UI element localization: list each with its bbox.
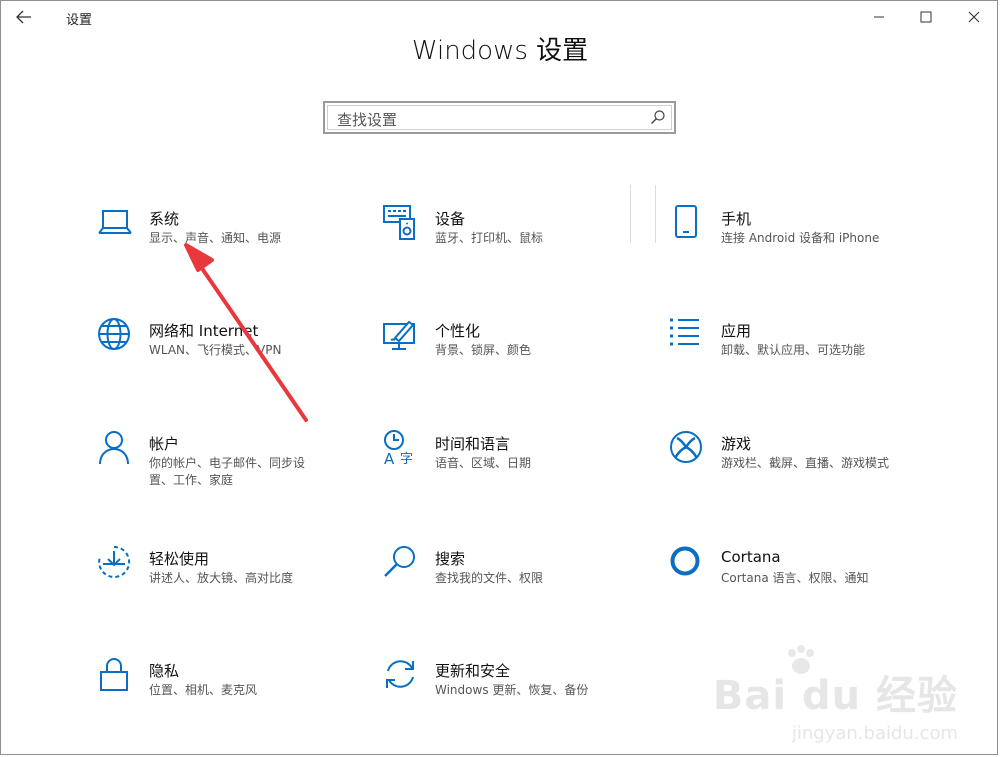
minimize-icon <box>874 16 884 18</box>
tile-update-security[interactable]: 更新和安全 Windows 更新、恢复、备份 <box>383 657 633 729</box>
tile-gaming[interactable]: 游戏 游戏栏、截屏、直播、游戏模式 <box>669 430 919 502</box>
maximize-button[interactable] <box>903 3 949 31</box>
tile-title: 应用 <box>721 322 752 340</box>
tile-title: 更新和安全 <box>435 662 511 680</box>
tile-title: 手机 <box>721 210 752 228</box>
search-box[interactable]: 查找设置 <box>323 101 676 134</box>
tile-time-language[interactable]: A 字 时间和语言 语音、区域、日期 <box>383 430 633 502</box>
close-button[interactable] <box>951 3 997 31</box>
tile-description: 显示、声音、通知、电源 <box>149 231 282 245</box>
search-input[interactable]: 查找设置 <box>337 109 397 130</box>
magnifier-icon <box>384 546 415 577</box>
tile-description: 讲述人、放大镜、高对比度 <box>149 571 294 585</box>
person-icon <box>99 431 129 465</box>
tile-description: 你的帐户、电子邮件、同步设置、工作、家庭 <box>149 456 306 487</box>
globe-icon <box>98 318 130 350</box>
tile-title: 游戏 <box>721 435 752 453</box>
laptop-icon <box>98 210 132 234</box>
tile-description: Cortana 语言、权限、通知 <box>721 571 869 585</box>
watermark-sub: jingyan.baidu.com <box>791 723 958 744</box>
tile-personalization[interactable]: 个性化 背景、锁屏、颜色 <box>383 317 633 389</box>
xbox-icon <box>670 431 702 463</box>
tile-description: 连接 Android 设备和 iPhone <box>721 231 880 245</box>
tile-title: Cortana <box>721 548 781 566</box>
tile-phone[interactable]: 手机 连接 Android 设备和 iPhone <box>669 205 919 277</box>
tile-hover-highlight <box>630 185 656 243</box>
watermark: Bai du 经验 jingyan.baidu.com <box>713 645 958 744</box>
maximize-icon <box>920 11 932 23</box>
apps-list-icon <box>670 318 699 346</box>
window-title: 设置 <box>66 13 93 28</box>
paint-monitor-icon <box>383 320 415 350</box>
minimize-button[interactable] <box>856 3 902 31</box>
search-icon[interactable] <box>650 109 666 125</box>
tile-description: 语音、区域、日期 <box>435 456 532 470</box>
back-arrow-icon <box>16 10 31 24</box>
devices-icon <box>383 205 415 240</box>
tile-description: 蓝牙、打印机、鼠标 <box>435 231 544 245</box>
tile-description: 背景、锁屏、颜色 <box>435 343 532 357</box>
tile-description: 卸载、默认应用、可选功能 <box>721 343 866 357</box>
tile-privacy[interactable]: 隐私 位置、相机、麦克风 <box>97 657 347 729</box>
watermark-main: Bai du 经验 <box>712 673 958 719</box>
close-icon <box>968 11 980 23</box>
tile-description: 查找我的文件、权限 <box>435 571 544 585</box>
paw-icon <box>787 645 814 674</box>
phone-icon <box>675 205 697 238</box>
tile-title: 时间和语言 <box>435 435 511 453</box>
tile-description: 位置、相机、麦克风 <box>149 683 258 697</box>
tile-network[interactable]: 网络和 Internet WLAN、飞行模式、VPN <box>97 317 347 389</box>
tile-system[interactable]: 系统 显示、声音、通知、电源 <box>97 205 347 277</box>
tile-search[interactable]: 搜索 查找我的文件、权限 <box>383 545 633 617</box>
tile-title: 隐私 <box>149 662 180 680</box>
tile-apps[interactable]: 应用 卸载、默认应用、可选功能 <box>669 317 919 389</box>
back-button[interactable] <box>10 5 38 29</box>
tile-accounts[interactable]: 帐户 你的帐户、电子邮件、同步设置、工作、家庭 <box>97 430 347 502</box>
tile-title: 系统 <box>149 210 180 228</box>
tile-title: 轻松使用 <box>149 550 210 568</box>
sync-arrows-icon <box>386 660 414 688</box>
tile-ease-of-access[interactable]: 轻松使用 讲述人、放大镜、高对比度 <box>97 545 347 617</box>
tile-title: 网络和 Internet <box>149 322 259 340</box>
lock-icon <box>100 658 128 691</box>
tile-description: Windows 更新、恢复、备份 <box>435 683 589 697</box>
svg-text:A: A <box>384 450 395 466</box>
time-language-icon: A 字 <box>384 430 413 466</box>
cortana-ring-icon <box>670 546 700 576</box>
tile-title: 个性化 <box>435 322 481 340</box>
tile-title: 设备 <box>435 210 466 228</box>
ease-of-access-icon <box>98 545 131 578</box>
tile-title: 帐户 <box>149 435 180 453</box>
tile-cortana[interactable]: Cortana Cortana 语言、权限、通知 <box>669 545 919 617</box>
tile-devices[interactable]: 设备 蓝牙、打印机、鼠标 <box>383 205 633 277</box>
svg-text:字: 字 <box>400 452 413 466</box>
page-title: Windows 设置 <box>411 36 589 66</box>
tile-description: 游戏栏、截屏、直播、游戏模式 <box>721 456 890 470</box>
tile-description: WLAN、飞行模式、VPN <box>149 343 282 357</box>
tile-title: 搜索 <box>435 550 466 568</box>
